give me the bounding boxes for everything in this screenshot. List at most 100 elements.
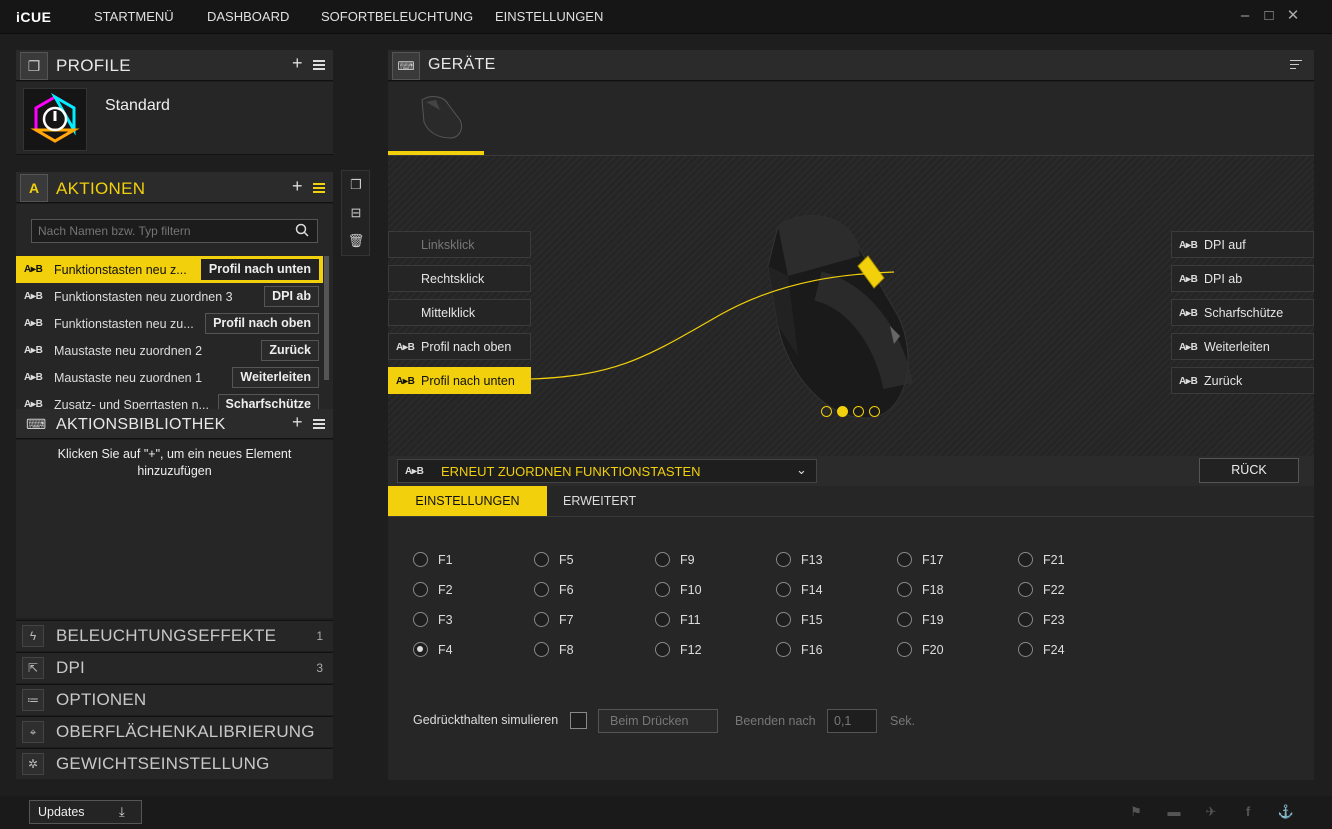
key-option-f8[interactable]: F8 <box>534 640 634 660</box>
key-option-label: F6 <box>559 583 574 597</box>
trash-icon[interactable]: 🗑 <box>343 228 369 254</box>
add-to-library-icon[interactable]: ⊟ <box>343 200 369 226</box>
view-dot-2[interactable] <box>837 406 848 417</box>
chevron-down-icon: ⌄ <box>796 462 807 477</box>
mouse-button-linksklick[interactable]: Linksklick <box>388 231 531 258</box>
ranking-icon[interactable]: ⚑ <box>1126 804 1146 822</box>
view-dot-4[interactable] <box>869 406 880 417</box>
section-oberflaechenkalibrierung[interactable]: ⌖ OBERFLÄCHENKALIBRIERUNG <box>16 716 333 747</box>
key-option-f14[interactable]: F14 <box>776 580 876 600</box>
updates-button[interactable]: Updates ⤓ <box>29 800 142 824</box>
mouse-button-label: Profil nach unten <box>421 374 515 388</box>
profile-item[interactable]: Standard <box>16 82 333 155</box>
actions-menu-icon[interactable] <box>313 183 325 193</box>
section-optionen[interactable]: ≔ OPTIONEN <box>16 684 333 715</box>
close-icon[interactable]: ✕ <box>1285 8 1301 24</box>
mouse-button-profil-nach-unten[interactable]: A▸B Profil nach unten <box>388 367 531 394</box>
key-option-f11[interactable]: F11 <box>655 610 755 630</box>
mouse-button-dpi-ab[interactable]: A▸B DPI ab <box>1171 265 1314 292</box>
back-button[interactable]: RÜCK <box>1199 458 1299 483</box>
nav-einstellungen[interactable]: EINSTELLUNGEN <box>495 9 603 24</box>
action-item[interactable]: A▸B Maustaste neu zuordnen 2 Zurück <box>16 337 323 364</box>
mouse-button-label: Weiterleiten <box>1204 340 1270 354</box>
key-option-f6[interactable]: F6 <box>534 580 634 600</box>
library-title: AKTIONSBIBLIOTHEK <box>56 416 226 433</box>
key-option-f7[interactable]: F7 <box>534 610 634 630</box>
radio-icon <box>413 642 428 657</box>
tab-erweitert[interactable]: ERWEITERT <box>563 494 636 508</box>
key-option-f15[interactable]: F15 <box>776 610 876 630</box>
mouse-button-zurueck[interactable]: A▸B Zurück <box>1171 367 1314 394</box>
actions-scrollbar[interactable] <box>324 256 329 380</box>
nav-dashboard[interactable]: DASHBOARD <box>207 9 289 24</box>
key-option-f16[interactable]: F16 <box>776 640 876 660</box>
tab-einstellungen[interactable]: EINSTELLUNGEN <box>388 486 547 516</box>
section-beleuchtungseffekte[interactable]: ϟ BELEUCHTUNGSEFFEKTE 1 <box>16 620 333 651</box>
key-option-f10[interactable]: F10 <box>655 580 755 600</box>
seconds-unit-label: Sek. <box>890 714 916 728</box>
add-action-button[interactable]: + <box>292 176 303 197</box>
key-option-f21[interactable]: F21 <box>1018 550 1118 570</box>
remap-header: A▸B ERNEUT ZUORDNEN FUNKTIONSTASTEN ⌄ RÜ… <box>388 456 1314 486</box>
mouse-button-label: Linksklick <box>421 238 475 252</box>
remap-type-dropdown[interactable]: A▸B ERNEUT ZUORDNEN FUNKTIONSTASTEN ⌄ <box>397 459 817 483</box>
action-item[interactable]: A▸B Funktionstasten neu zu... Profil nac… <box>16 310 323 337</box>
key-option-f17[interactable]: F17 <box>897 550 997 570</box>
key-option-f2[interactable]: F2 <box>413 580 513 600</box>
key-option-label: F4 <box>438 643 453 657</box>
profile-menu-icon[interactable] <box>313 60 325 70</box>
actions-title: AKTIONEN <box>56 179 146 198</box>
key-option-f22[interactable]: F22 <box>1018 580 1118 600</box>
key-option-f19[interactable]: F19 <box>897 610 997 630</box>
key-option-f20[interactable]: F20 <box>897 640 997 660</box>
end-after-label: Beenden nach <box>735 714 816 728</box>
view-dot-1[interactable] <box>821 406 832 417</box>
key-option-label: F8 <box>559 643 574 657</box>
copy-icon[interactable]: ❐ <box>343 172 369 198</box>
action-item[interactable]: A▸B Funktionstasten neu z... Profil nach… <box>16 256 323 283</box>
key-option-f5[interactable]: F5 <box>534 550 634 570</box>
ab-icon: A▸B <box>1179 274 1198 285</box>
hold-simulate-checkbox[interactable] <box>570 712 587 729</box>
search-icon[interactable] <box>295 223 309 240</box>
device-tab-mouse[interactable] <box>388 82 484 155</box>
maximize-icon[interactable]: □ <box>1261 8 1277 24</box>
key-option-f18[interactable]: F18 <box>897 580 997 600</box>
key-option-f1[interactable]: F1 <box>413 550 513 570</box>
action-item[interactable]: A▸B Funktionstasten neu zuordnen 3 DPI a… <box>16 283 323 310</box>
key-option-f13[interactable]: F13 <box>776 550 876 570</box>
actions-search-input[interactable] <box>31 219 318 243</box>
mouse-button-mittelklick[interactable]: Mittelklick <box>388 299 531 326</box>
key-option-f23[interactable]: F23 <box>1018 610 1118 630</box>
mouse-button-dpi-auf[interactable]: A▸B DPI auf <box>1171 231 1314 258</box>
nav-sofortbeleuchtung[interactable]: SOFORTBELEUCHTUNG <box>321 9 473 24</box>
add-library-button[interactable]: + <box>292 412 303 433</box>
key-option-f12[interactable]: F12 <box>655 640 755 660</box>
action-item[interactable]: A▸B Zusatz- und Sperrtasten n... Scharfs… <box>16 391 323 409</box>
add-profile-button[interactable]: + <box>292 53 303 74</box>
view-dot-3[interactable] <box>853 406 864 417</box>
section-dpi[interactable]: ⇱ DPI 3 <box>16 652 333 683</box>
key-option-f24[interactable]: F24 <box>1018 640 1118 660</box>
action-item[interactable]: A▸B Maustaste neu zuordnen 1 Weiterleite… <box>16 364 323 391</box>
minimize-icon[interactable]: – <box>1237 8 1253 24</box>
key-option-f3[interactable]: F3 <box>413 610 513 630</box>
mouse-button-rechtsklick[interactable]: Rechtsklick <box>388 265 531 292</box>
key-option-f4[interactable]: F4 <box>413 640 513 660</box>
end-after-input[interactable]: 0,1 <box>827 709 877 733</box>
library-menu-icon[interactable] <box>313 419 325 429</box>
key-option-f9[interactable]: F9 <box>655 550 755 570</box>
nav-startmenu[interactable]: STARTMENÜ <box>94 9 174 24</box>
devices-menu-icon[interactable] <box>1290 60 1302 69</box>
on-press-dropdown[interactable]: Beim Drücken <box>598 709 718 733</box>
corsair-icon[interactable]: ⚓ <box>1276 804 1296 822</box>
mouse-button-profil-nach-oben[interactable]: A▸B Profil nach oben <box>388 333 531 360</box>
section-gewichtseinstellung[interactable]: ✲ GEWICHTSEINSTELLUNG <box>16 748 333 779</box>
twitter-icon[interactable]: ✈ <box>1201 804 1221 822</box>
chat-icon[interactable]: ▬ <box>1164 804 1184 822</box>
updates-label: Updates <box>38 805 85 819</box>
facebook-icon[interactable]: f <box>1238 804 1258 822</box>
mouse-button-scharfschuetze[interactable]: A▸B Scharfschütze <box>1171 299 1314 326</box>
radio-icon <box>534 552 549 567</box>
mouse-button-weiterleiten[interactable]: A▸B Weiterleiten <box>1171 333 1314 360</box>
